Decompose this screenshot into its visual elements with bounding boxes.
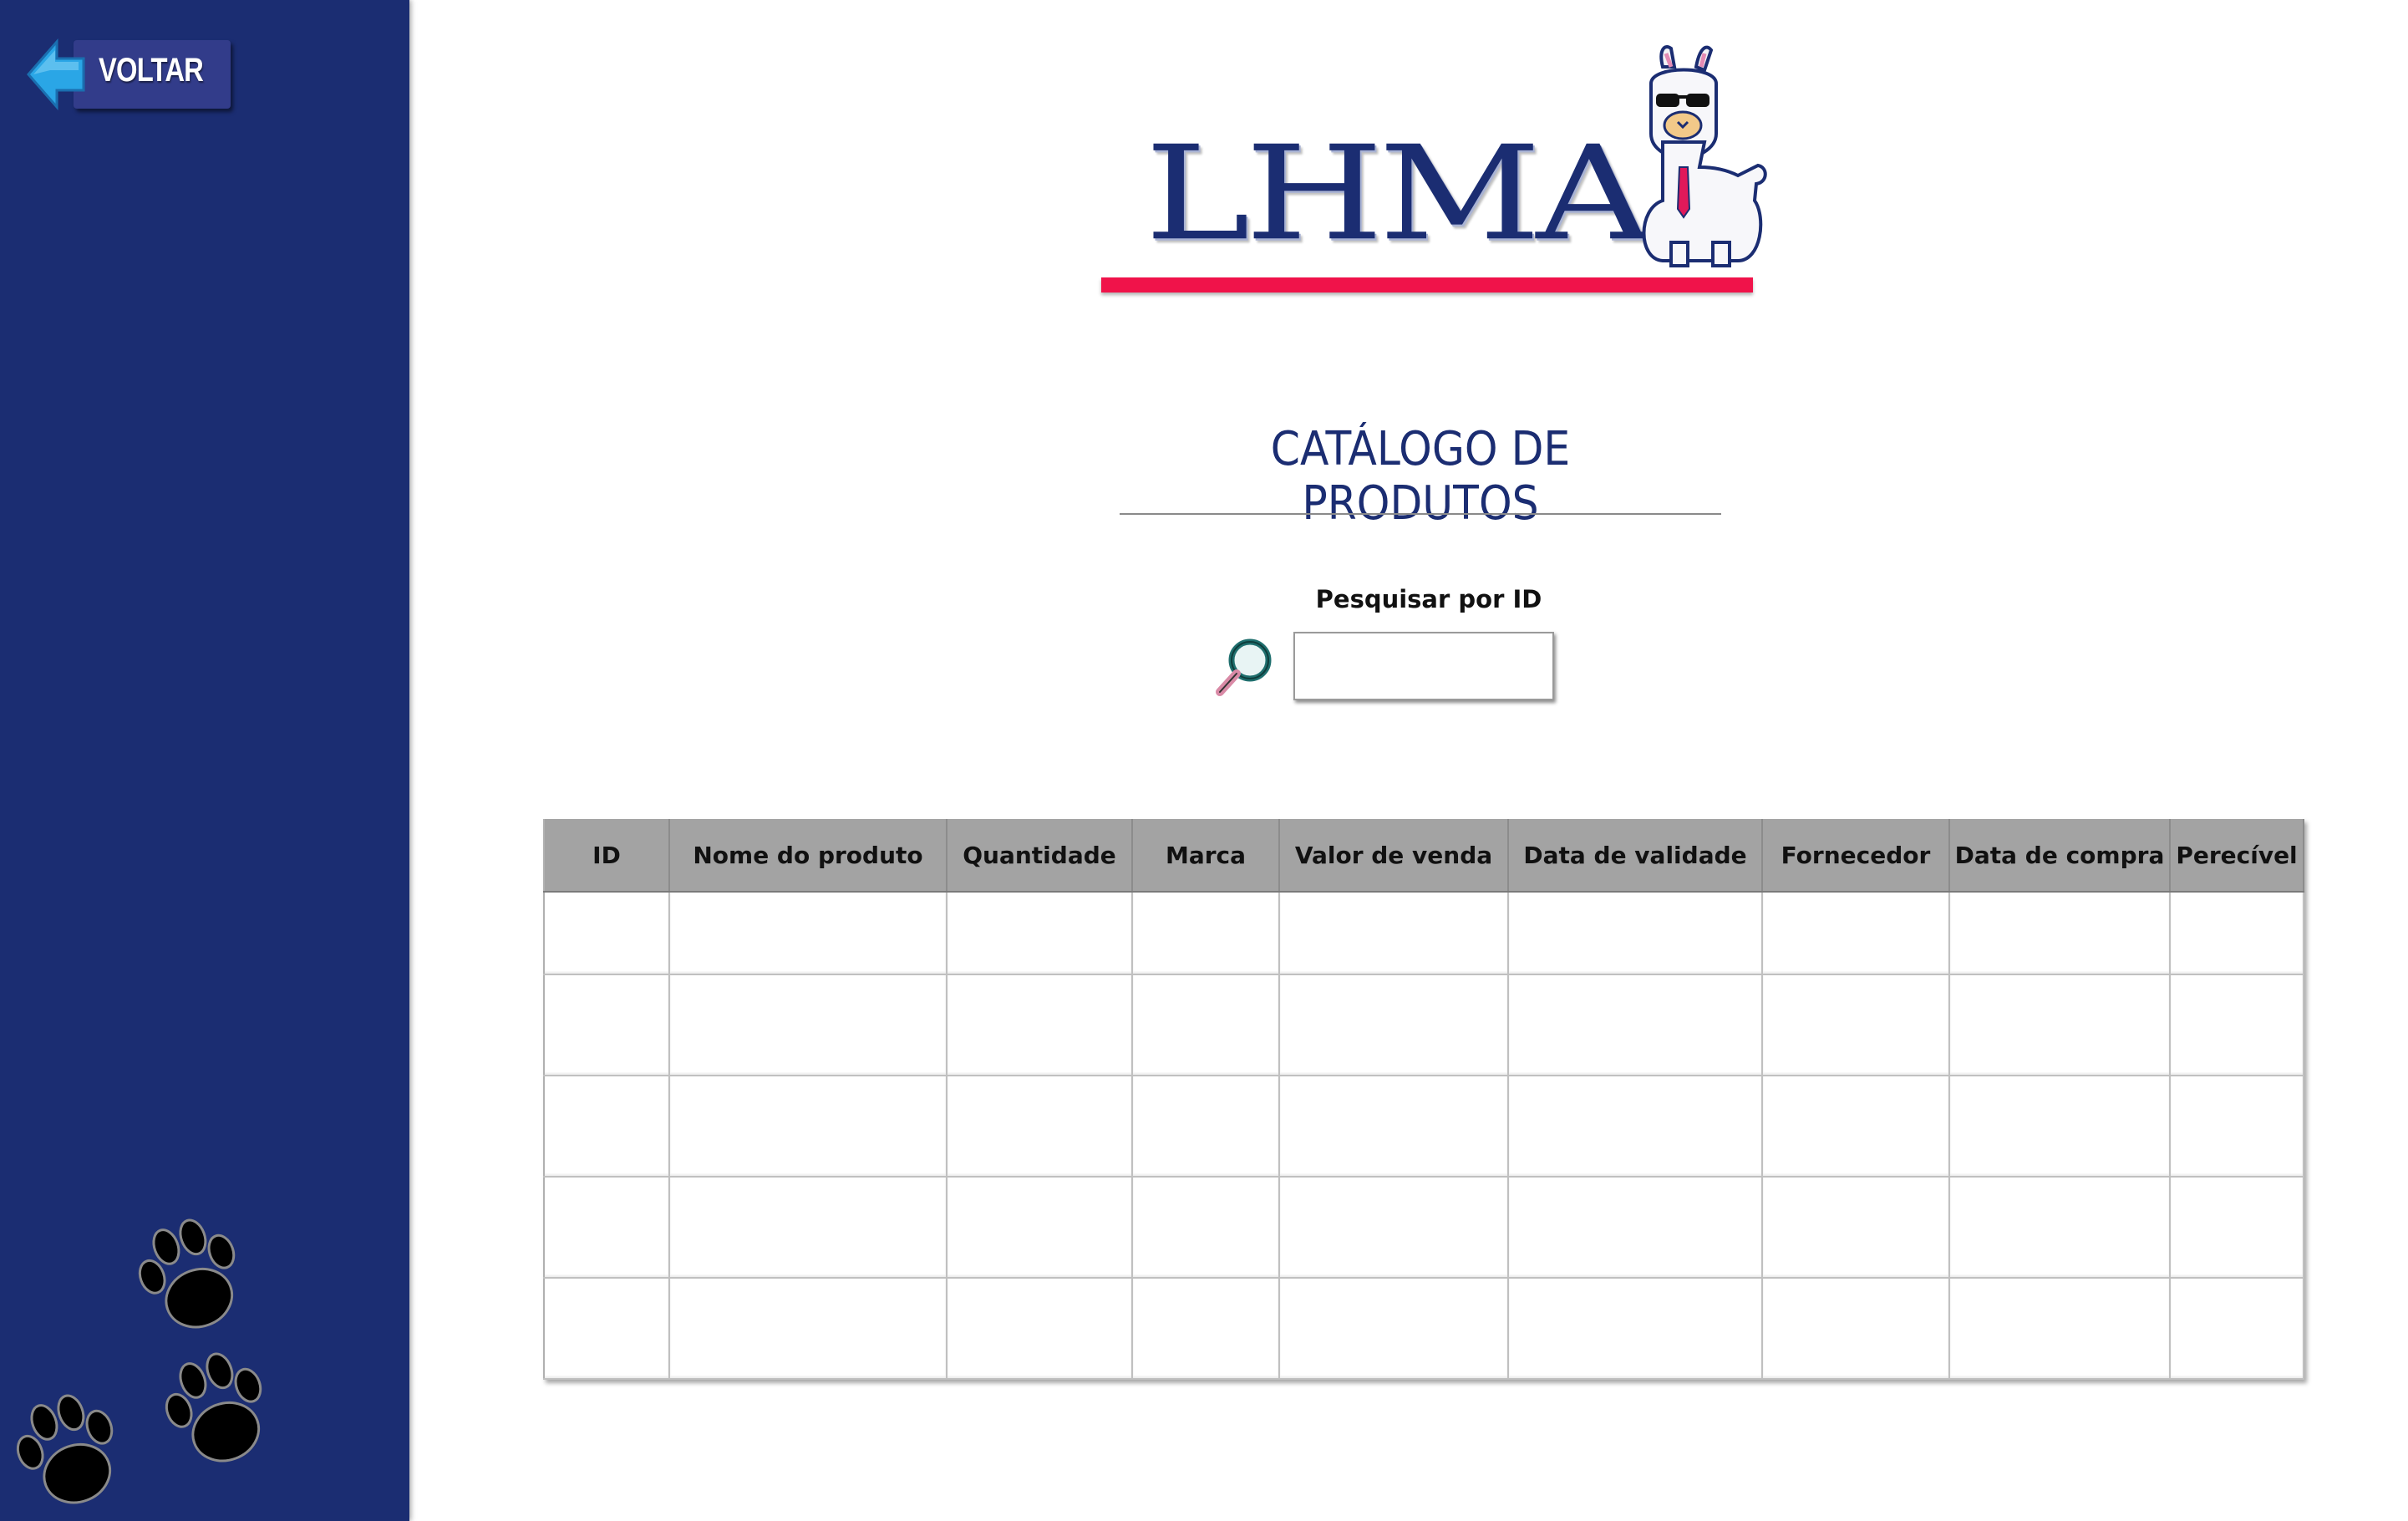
sidebar: VOLTAR	[0, 0, 409, 1521]
logo-text: LHMA	[1145, 117, 1651, 270]
table-row[interactable]	[543, 974, 2304, 1076]
table-cell[interactable]	[1762, 974, 1950, 1076]
table-cell[interactable]	[2170, 892, 2304, 975]
table-cell[interactable]	[1949, 1278, 2171, 1380]
table-cell[interactable]	[1132, 1278, 1280, 1380]
table-cell[interactable]	[669, 1278, 947, 1380]
column-header-id[interactable]: ID	[543, 819, 670, 893]
table-cell[interactable]	[1508, 974, 1763, 1076]
table-cell[interactable]	[1279, 892, 1509, 975]
llama-mascot	[1642, 45, 1767, 267]
title-divider	[1120, 513, 1721, 515]
column-header-supplier[interactable]: Fornecedor	[1762, 819, 1950, 893]
table-row[interactable]	[543, 1278, 2304, 1380]
table-cell[interactable]	[947, 1076, 1133, 1178]
logo-underline-bar	[1101, 277, 1753, 292]
table-header-row: ID Nome do produto Quantidade Marca Valo…	[543, 819, 2304, 893]
table-cell[interactable]	[947, 974, 1133, 1076]
column-header-expiry-date[interactable]: Data de validade	[1508, 819, 1763, 893]
column-header-brand[interactable]: Marca	[1132, 819, 1280, 893]
column-header-perishable[interactable]: Perecível	[2170, 819, 2304, 893]
table-cell[interactable]	[1949, 892, 2171, 975]
table-cell[interactable]	[947, 1278, 1133, 1380]
table-row[interactable]	[543, 892, 2304, 975]
table-cell[interactable]	[947, 1177, 1133, 1279]
magnifier-icon[interactable]	[1212, 633, 1278, 700]
table-cell[interactable]	[543, 1177, 670, 1279]
table-row[interactable]	[543, 1177, 2304, 1279]
column-header-quantity[interactable]: Quantidade	[947, 819, 1133, 893]
table-row[interactable]	[543, 1076, 2304, 1178]
column-header-purchase-date[interactable]: Data de compra	[1949, 819, 2171, 893]
column-header-product-name[interactable]: Nome do produto	[669, 819, 947, 893]
table-cell[interactable]	[2170, 1076, 2304, 1178]
table-cell[interactable]	[1762, 1076, 1950, 1178]
table-cell[interactable]	[1132, 974, 1280, 1076]
brand-logo: LHMA	[1086, 33, 1771, 309]
table-cell[interactable]	[669, 974, 947, 1076]
product-table: ID Nome do produto Quantidade Marca Valo…	[543, 819, 2304, 1380]
table-cell[interactable]	[1279, 1177, 1509, 1279]
table-cell[interactable]	[669, 1076, 947, 1178]
table-cell[interactable]	[2170, 974, 2304, 1076]
table-cell[interactable]	[669, 1177, 947, 1279]
table-cell[interactable]	[1762, 1177, 1950, 1279]
table-cell[interactable]	[1762, 1278, 1950, 1380]
table-cell[interactable]	[1949, 974, 2171, 1076]
back-button[interactable]: VOLTAR	[25, 37, 232, 112]
column-header-sale-price[interactable]: Valor de venda	[1279, 819, 1509, 893]
table-cell[interactable]	[1508, 1076, 1763, 1178]
table-cell[interactable]	[1508, 892, 1763, 975]
table-cell[interactable]	[1279, 1278, 1509, 1380]
table-cell[interactable]	[543, 1278, 670, 1380]
table-cell[interactable]	[1508, 1278, 1763, 1380]
search-input[interactable]	[1293, 632, 1554, 700]
arrow-left-icon[interactable]	[25, 37, 85, 112]
table-cell[interactable]	[543, 1076, 670, 1178]
table-cell[interactable]	[1508, 1177, 1763, 1279]
table-cell[interactable]	[543, 892, 670, 975]
table-cell[interactable]	[669, 892, 947, 975]
table-cell[interactable]	[1132, 1177, 1280, 1279]
paw-print-icon	[165, 1352, 262, 1462]
table-cell[interactable]	[1762, 892, 1950, 975]
table-cell[interactable]	[543, 974, 670, 1076]
paw-print-icon	[138, 1218, 236, 1329]
table-cell[interactable]	[1279, 1076, 1509, 1178]
table-cell[interactable]	[1279, 974, 1509, 1076]
paw-print-icon	[16, 1394, 114, 1504]
table-cell[interactable]	[1949, 1076, 2171, 1178]
table-cell[interactable]	[2170, 1177, 2304, 1279]
search-label: Pesquisar por ID	[1315, 585, 1542, 613]
table-cell[interactable]	[947, 892, 1133, 975]
table-cell[interactable]	[1949, 1177, 2171, 1279]
table-cell[interactable]	[1132, 1076, 1280, 1178]
table-cell[interactable]	[2170, 1278, 2304, 1380]
back-button-label[interactable]: VOLTAR	[99, 52, 204, 89]
table-cell[interactable]	[1132, 892, 1280, 975]
